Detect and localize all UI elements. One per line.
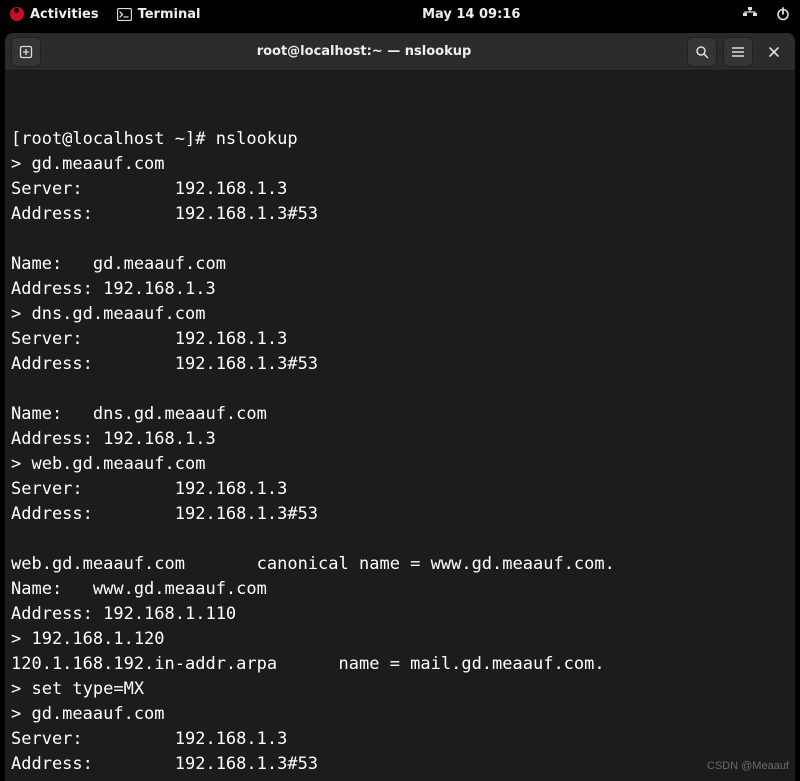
terminal-line [11, 777, 789, 781]
watermark: CSDN @Meaauf [707, 754, 789, 779]
new-tab-button[interactable] [11, 37, 41, 67]
terminal-line: Name: dns.gd.meaauf.com [11, 402, 789, 427]
terminal-line [11, 527, 789, 552]
terminal-line: Address: 192.168.1.3#53 [11, 352, 789, 377]
activities-button[interactable]: Activities [10, 7, 99, 22]
clock[interactable]: May 14 09:16 [422, 7, 520, 22]
terminal-line: Name: www.gd.meaauf.com [11, 577, 789, 602]
terminal-line: > gd.meaauf.com [11, 702, 789, 727]
new-tab-icon [19, 45, 33, 59]
hamburger-icon [731, 46, 745, 58]
terminal-line [11, 377, 789, 402]
terminal-line: Server: 192.168.1.3 [11, 177, 789, 202]
terminal-line: Address: 192.168.1.110 [11, 602, 789, 627]
terminal-icon [117, 8, 132, 21]
network-status-icon[interactable] [742, 7, 758, 21]
terminal-line: > set type=MX [11, 677, 789, 702]
activities-label: Activities [30, 7, 99, 22]
terminal-line: > gd.meaauf.com [11, 152, 789, 177]
clock-label: May 14 09:16 [422, 7, 520, 22]
terminal-line: web.gd.meaauf.com canonical name = www.g… [11, 552, 789, 577]
terminal-line: Server: 192.168.1.3 [11, 327, 789, 352]
terminal-line: Server: 192.168.1.3 [11, 727, 789, 752]
search-icon [695, 45, 709, 59]
terminal-line: [root@localhost ~]# nslookup [11, 127, 789, 152]
terminal-app-menu[interactable]: Terminal [117, 7, 201, 22]
gnome-top-bar: Activities Terminal May 14 09:16 [0, 0, 800, 28]
search-button[interactable] [687, 37, 717, 67]
terminal-line: > web.gd.meaauf.com [11, 452, 789, 477]
power-button[interactable] [776, 7, 790, 21]
close-button[interactable] [759, 37, 789, 67]
terminal-window: root@localhost:~ — nslookup [root@localh… [5, 33, 795, 781]
terminal-line: Address: 192.168.1.3 [11, 427, 789, 452]
terminal-line: Address: 192.168.1.3 [11, 277, 789, 302]
terminal-app-label: Terminal [138, 7, 201, 22]
terminal-line: > 192.168.1.120 [11, 627, 789, 652]
terminal-line: Address: 192.168.1.3#53 [11, 502, 789, 527]
terminal-output[interactable]: [root@localhost ~]# nslookup> gd.meaauf.… [5, 71, 795, 781]
terminal-line: Address: 192.168.1.3#53 [11, 752, 789, 777]
terminal-line [11, 227, 789, 252]
menu-button[interactable] [723, 37, 753, 67]
window-titlebar: root@localhost:~ — nslookup [5, 33, 795, 71]
terminal-line: 120.1.168.192.in-addr.arpa name = mail.g… [11, 652, 789, 677]
fedora-icon [10, 7, 24, 21]
close-icon [768, 46, 780, 58]
terminal-line: Address: 192.168.1.3#53 [11, 202, 789, 227]
window-title: root@localhost:~ — nslookup [257, 44, 472, 59]
terminal-line: > dns.gd.meaauf.com [11, 302, 789, 327]
terminal-line: Server: 192.168.1.3 [11, 477, 789, 502]
terminal-line: Name: gd.meaauf.com [11, 252, 789, 277]
